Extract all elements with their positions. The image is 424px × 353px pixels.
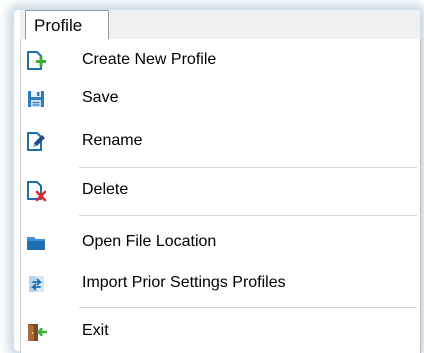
rename-icon [25, 131, 47, 153]
menu-separator [79, 307, 417, 308]
create-new-icon [25, 50, 47, 72]
save-icon [25, 88, 47, 110]
window: Profile Create New Profile Save Rename D… [0, 0, 424, 353]
profile-menu-button[interactable]: Profile [25, 10, 109, 39]
menu-item-create-new-profile[interactable]: Create New Profile [21, 42, 420, 78]
menu-item-label: Rename [82, 132, 143, 149]
menu-item-open-file-location[interactable]: Open File Location [21, 224, 420, 260]
menu-item-rename[interactable]: Rename [21, 123, 420, 159]
menu-item-label: Delete [82, 181, 129, 198]
exit-icon [25, 321, 48, 343]
menu-item-label: Save [82, 89, 119, 106]
profile-menu-label: Profile [34, 16, 83, 35]
menu-item-delete[interactable]: Delete [21, 172, 420, 208]
menu-item-save[interactable]: Save [21, 80, 420, 116]
menu-item-exit[interactable]: Exit [21, 313, 420, 349]
menu-item-label: Exit [82, 322, 109, 339]
menu-bar: Profile [20, 10, 420, 40]
menu-separator [79, 215, 417, 216]
menu-separator [79, 167, 417, 168]
menu-item-label: Open File Location [82, 233, 217, 250]
menu-item-import-prior-settings-profiles[interactable]: Import Prior Settings Profiles [21, 265, 420, 301]
folder-icon [25, 232, 47, 254]
menu-item-label: Import Prior Settings Profiles [82, 274, 286, 291]
menu-item-label: Create New Profile [82, 51, 217, 68]
profile-dropdown-menu: Create New Profile Save Rename Delete Op… [20, 39, 421, 353]
delete-icon [25, 180, 47, 202]
import-icon [25, 273, 47, 295]
